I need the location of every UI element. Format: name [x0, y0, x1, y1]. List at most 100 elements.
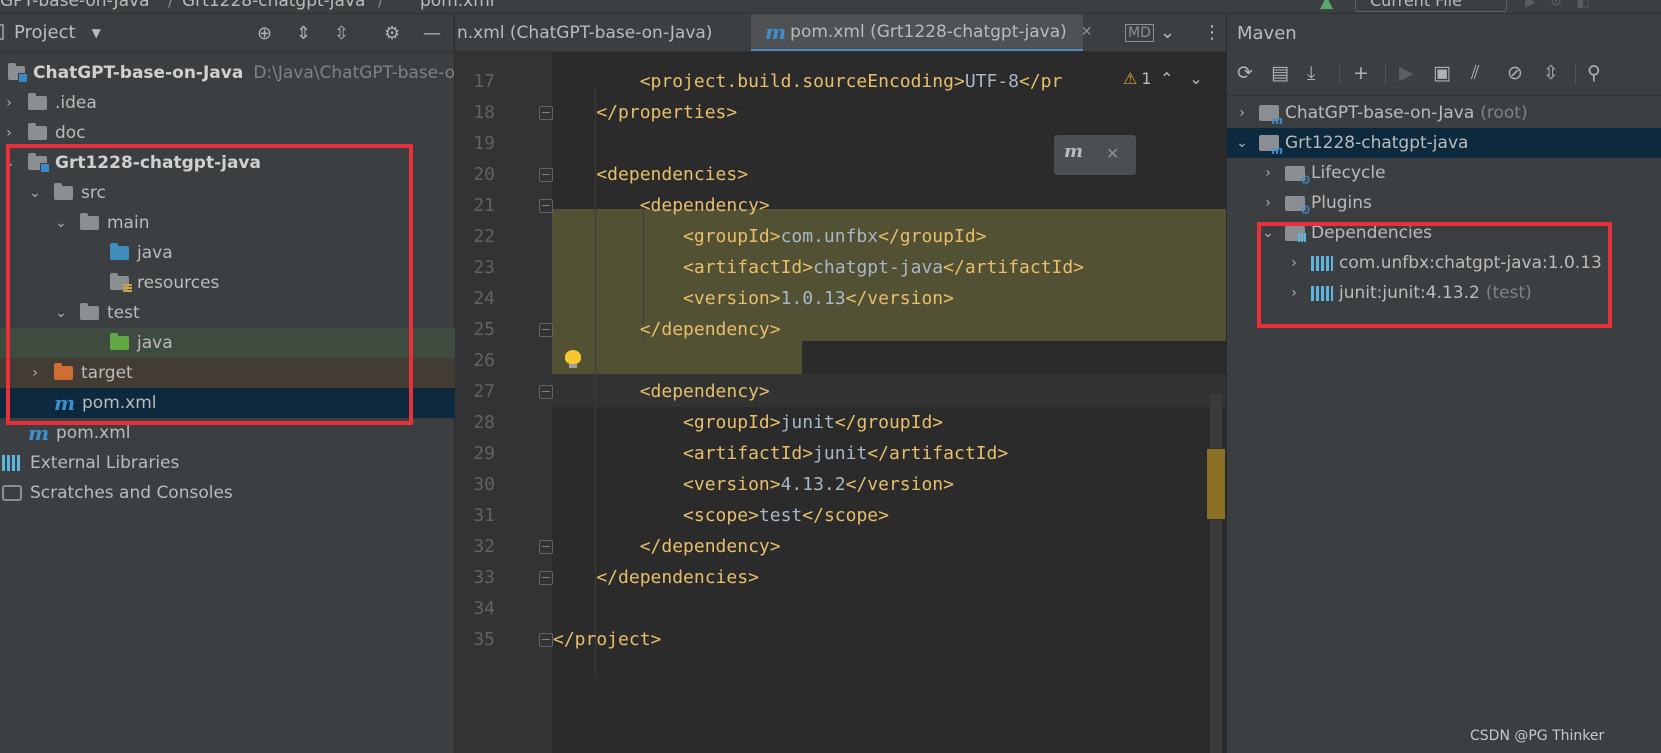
- gear-icon[interactable]: ⚙: [384, 23, 400, 44]
- fold-icon[interactable]: [539, 168, 553, 182]
- chevron-down-icon[interactable]: ⌄: [1233, 135, 1251, 151]
- locate-icon[interactable]: ⊕: [257, 23, 272, 44]
- code-text: <project.build.sourceEncoding>UTF-8</pr: [553, 71, 1063, 92]
- execute-goal-icon[interactable]: ▣: [1433, 62, 1451, 84]
- maven-reload-icon[interactable]: m: [1064, 141, 1086, 162]
- code-line[interactable]: 28 <groupId>junit</groupId>: [455, 406, 1226, 439]
- problem-navigation-icons[interactable]: ⌃⌄: [1160, 69, 1219, 88]
- code-line[interactable]: 30 <version>4.13.2</version>: [455, 468, 1226, 501]
- download-icon[interactable]: ⤓: [1307, 62, 1315, 84]
- code-line[interactable]: 25 </dependency>: [455, 313, 1226, 346]
- code-line[interactable]: 32 </dependency>: [455, 530, 1226, 563]
- chevron-down-icon[interactable]: ▼: [92, 26, 101, 40]
- collapse-icon[interactable]: ⇳: [1543, 62, 1559, 84]
- line-number: 35: [473, 629, 495, 650]
- collapse-all-icon[interactable]: ⇳: [334, 23, 349, 44]
- line-number: 27: [473, 381, 495, 402]
- lightbulb-icon[interactable]: [565, 350, 581, 368]
- tree-item-label: External Libraries: [30, 453, 180, 473]
- maven-item-module[interactable]: ⌄ Grt1228-chatgpt-java: [1227, 128, 1661, 158]
- skip-tests-icon[interactable]: ⊘: [1507, 62, 1523, 84]
- fold-icon[interactable]: [539, 323, 553, 337]
- tree-item-scratches[interactable]: Scratches and Consoles: [0, 478, 455, 508]
- tree-item-label: Scratches and Consoles: [30, 483, 233, 503]
- tab-label: n.xml (ChatGPT-base-on-Java): [457, 23, 713, 43]
- run-configuration-select[interactable]: Current File: [1355, 0, 1507, 12]
- code-text: <artifactId>junit</artifactId>: [553, 443, 1009, 464]
- code-text: </dependency>: [553, 536, 781, 557]
- watermark: CSDN @PG Thinker: [1470, 728, 1605, 744]
- maven-reload-popup[interactable]: m ✕: [1054, 135, 1136, 175]
- reload-icon[interactable]: ⟳: [1237, 62, 1253, 84]
- breadcrumb-module[interactable]: Grt1228-chatgpt-java: [182, 0, 365, 11]
- line-number: 22: [473, 226, 495, 247]
- line-number: 21: [473, 195, 495, 216]
- chevron-right-icon[interactable]: ›: [0, 95, 18, 111]
- project-title[interactable]: Project: [14, 22, 76, 43]
- tree-item-label: ChatGPT-base-on-Java: [33, 63, 244, 83]
- add-icon[interactable]: +: [1353, 62, 1369, 84]
- maven-header: Maven: [1227, 14, 1661, 52]
- line-number: 20: [473, 164, 495, 185]
- maven-item-label: Lifecycle: [1311, 163, 1386, 183]
- code-line[interactable]: 21 <dependency>: [455, 189, 1226, 222]
- code-line[interactable]: 27 <dependency>: [455, 375, 1226, 408]
- project-tool-window: Project ▼ ⊕ ⇕ ⇳ ⚙ — ChatGPT-base-on-Java…: [0, 14, 455, 753]
- warning-indicator[interactable]: ⚠ 1: [1123, 69, 1152, 88]
- fold-icon[interactable]: [539, 385, 553, 399]
- chevron-right-icon[interactable]: ›: [1259, 195, 1277, 211]
- maven-item-root[interactable]: › ChatGPT-base-on-Java (root): [1227, 98, 1661, 128]
- fold-icon[interactable]: [539, 571, 553, 585]
- warning-count: 1: [1141, 69, 1152, 88]
- code-text: </project>: [553, 629, 662, 650]
- tab-root-pom[interactable]: n.xml (ChatGPT-base-on-Java): [455, 14, 751, 51]
- maven-item-plugins[interactable]: › Plugins: [1227, 188, 1661, 218]
- reload-folder-icon[interactable]: ▤: [1271, 62, 1289, 84]
- tree-item-idea[interactable]: › .idea: [0, 88, 455, 118]
- chevron-down-icon[interactable]: ⌄: [1160, 22, 1175, 43]
- fold-icon[interactable]: [539, 540, 553, 554]
- expand-all-icon[interactable]: ⇕: [296, 23, 311, 44]
- fold-icon[interactable]: [539, 633, 553, 647]
- code-line[interactable]: 17 <project.build.sourceEncoding>UTF-8</…: [455, 65, 1226, 98]
- code-line[interactable]: 29 <artifactId>junit</artifactId>: [455, 437, 1226, 470]
- maven-toolbar: ⟳ ▤ ⤓ + ▶ ▣ ⫽ ⊘ ⇳ ⚲: [1227, 52, 1661, 96]
- markdown-file-icon[interactable]: MD: [1125, 24, 1154, 42]
- toggle-offline-icon[interactable]: ⫽: [1471, 62, 1479, 84]
- code-line[interactable]: 35 </project>: [455, 623, 1226, 656]
- close-icon[interactable]: ✕: [1081, 24, 1093, 40]
- code-text: </dependency>: [553, 319, 781, 340]
- more-icon[interactable]: ⋮: [1203, 22, 1221, 43]
- chevron-right-icon[interactable]: ›: [1233, 105, 1251, 121]
- fold-icon[interactable]: [539, 199, 553, 213]
- code-line[interactable]: 24 <version>1.0.13</version>: [455, 282, 1226, 315]
- hide-icon[interactable]: —: [423, 23, 441, 44]
- maven-item-label: Grt1228-chatgpt-java: [1285, 133, 1469, 153]
- code-line[interactable]: 33 </dependencies>: [455, 561, 1226, 594]
- run-icon[interactable]: ▶: [1399, 62, 1414, 84]
- code-line[interactable]: 22 <groupId>com.unfbx</groupId>: [455, 220, 1226, 253]
- library-icon: [2, 455, 22, 471]
- close-icon[interactable]: ✕: [1106, 144, 1119, 163]
- code-text: <artifactId>chatgpt-java</artifactId>: [553, 257, 1085, 278]
- breadcrumb-project[interactable]: GPT-base-on-Java: [0, 0, 150, 11]
- code-line[interactable]: 31 <scope>test</scope>: [455, 499, 1226, 532]
- project-header: Project ▼ ⊕ ⇕ ⇳ ⚙ —: [0, 14, 454, 52]
- breadcrumb-file[interactable]: pom.xml: [420, 0, 495, 11]
- code-line[interactable]: 34: [455, 592, 1226, 625]
- run-debug-icons[interactable]: ▶⚙◧: [1525, 0, 1604, 10]
- line-number: 30: [473, 474, 495, 495]
- analyze-dependencies-icon[interactable]: ⚲: [1587, 62, 1601, 84]
- tree-item-external-libraries[interactable]: External Libraries: [0, 448, 455, 478]
- code-line[interactable]: 18 </properties>: [455, 96, 1226, 129]
- code-text: </properties>: [553, 102, 738, 123]
- maven-item-lifecycle[interactable]: › Lifecycle: [1227, 158, 1661, 188]
- chevron-right-icon[interactable]: ›: [0, 125, 18, 141]
- fold-icon[interactable]: [539, 106, 553, 120]
- tree-item-root[interactable]: ChatGPT-base-on-Java D:\Java\ChatGPT-bas…: [0, 58, 455, 88]
- tab-module-pom[interactable]: m pom.xml (Grt1228-chatgpt-java) ✕: [751, 14, 1093, 51]
- code-line[interactable]: 23 <artifactId>chatgpt-java</artifactId>: [455, 251, 1226, 284]
- editor-scrollbar[interactable]: [1210, 394, 1222, 753]
- chevron-right-icon[interactable]: ›: [1259, 165, 1277, 181]
- build-hammer-icon[interactable]: ▲: [1320, 0, 1334, 12]
